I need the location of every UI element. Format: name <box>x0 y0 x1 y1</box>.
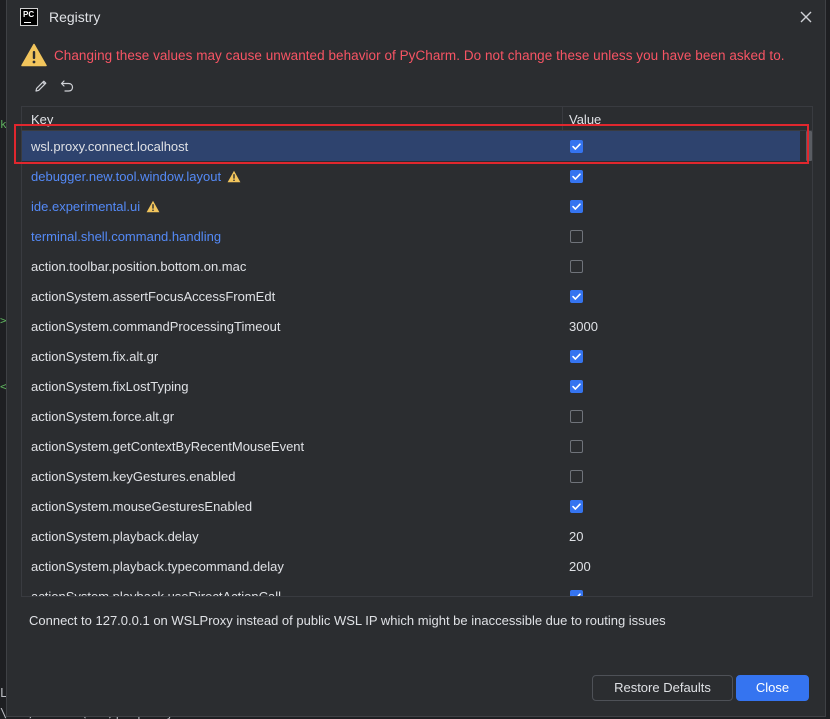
checkbox-unchecked[interactable] <box>570 440 583 453</box>
registry-dialog: PC Registry Changing these values may ca… <box>6 0 826 717</box>
pencil-icon[interactable] <box>31 76 51 96</box>
app-icon-text: PC <box>23 10 35 19</box>
table-row[interactable]: action.toolbar.position.bottom.on.mac <box>22 251 800 281</box>
row-key-text: ide.experimental.ui <box>31 199 141 214</box>
checkbox-checked[interactable] <box>570 590 583 596</box>
table-row[interactable]: actionSystem.fix.alt.gr <box>22 341 800 371</box>
key-description: Connect to 127.0.0.1 on WSLProxy instead… <box>29 613 666 628</box>
row-key: terminal.shell.command.handling <box>31 229 221 244</box>
table-scrollbar[interactable] <box>806 131 812 161</box>
column-header-value[interactable]: Value <box>569 112 601 127</box>
warning-banner: Changing these values may cause unwanted… <box>21 43 821 69</box>
checkbox-checked[interactable] <box>570 170 583 183</box>
row-key-text: actionSystem.getContextByRecentMouseEven… <box>31 439 305 454</box>
row-key: actionSystem.mouseGesturesEnabled <box>31 499 252 514</box>
undo-icon[interactable] <box>57 76 77 96</box>
column-header-key[interactable]: Key <box>31 112 53 127</box>
row-key: actionSystem.fix.alt.gr <box>31 349 158 364</box>
row-key-text: actionSystem.force.alt.gr <box>31 409 175 424</box>
restore-defaults-button[interactable]: Restore Defaults <box>592 675 733 701</box>
row-key: ide.experimental.ui <box>31 199 160 214</box>
row-value[interactable]: 200 <box>569 559 591 574</box>
row-key: actionSystem.fixLostTyping <box>31 379 189 394</box>
table-row[interactable]: wsl.proxy.connect.localhost <box>22 131 800 161</box>
row-key: actionSystem.playback.delay <box>31 529 199 544</box>
row-key: actionSystem.keyGestures.enabled <box>31 469 236 484</box>
table-row[interactable]: actionSystem.fixLostTyping <box>22 371 800 401</box>
row-key-text: actionSystem.mouseGesturesEnabled <box>31 499 253 514</box>
row-key: action.toolbar.position.bottom.on.mac <box>31 259 246 274</box>
row-key: debugger.new.tool.window.layout <box>31 169 241 184</box>
row-key: actionSystem.assertFocusAccessFromEdt <box>31 289 275 304</box>
row-key-text: action.toolbar.position.bottom.on.mac <box>31 259 247 274</box>
row-key-text: terminal.shell.command.handling <box>31 229 222 244</box>
close-icon[interactable] <box>797 8 815 26</box>
checkbox-checked[interactable] <box>570 350 583 363</box>
row-key: wsl.proxy.connect.localhost <box>31 139 188 154</box>
checkbox-unchecked[interactable] <box>570 410 583 423</box>
table-row[interactable]: actionSystem.getContextByRecentMouseEven… <box>22 431 800 461</box>
checkbox-unchecked[interactable] <box>570 230 583 243</box>
row-key-text: actionSystem.commandProcessingTimeout <box>31 319 281 334</box>
row-key: actionSystem.force.alt.gr <box>31 409 174 424</box>
row-key-text: actionSystem.playback.typecommand.delay <box>31 559 284 574</box>
table-row[interactable]: actionSystem.commandProcessingTimeout 300… <box>22 311 800 341</box>
row-key: actionSystem.commandProcessingTimeout <box>31 319 281 334</box>
row-value[interactable]: 20 <box>569 529 583 544</box>
table-header: Key Value <box>22 107 812 131</box>
checkbox-checked[interactable] <box>570 380 583 393</box>
checkbox-unchecked[interactable] <box>570 470 583 483</box>
warning-icon <box>146 200 160 213</box>
row-key: actionSystem.playback.useDirectActionCal… <box>31 589 281 597</box>
table-row[interactable]: debugger.new.tool.window.layout <box>22 161 800 191</box>
warning-text: Changing these values may cause unwanted… <box>54 48 785 63</box>
checkbox-checked[interactable] <box>570 140 583 153</box>
row-key-text: actionSystem.keyGestures.enabled <box>31 469 236 484</box>
table-row[interactable]: terminal.shell.command.handling <box>22 221 800 251</box>
warning-icon <box>21 43 47 67</box>
row-key-text: actionSystem.fixLostTyping <box>31 379 189 394</box>
column-divider[interactable] <box>562 107 563 131</box>
checkbox-checked[interactable] <box>570 200 583 213</box>
table-row[interactable]: actionSystem.playback.typecommand.delay 2… <box>22 551 800 581</box>
checkbox-unchecked[interactable] <box>570 260 583 273</box>
close-button[interactable]: Close <box>736 675 809 701</box>
row-key-text: actionSystem.fix.alt.gr <box>31 349 159 364</box>
checkbox-checked[interactable] <box>570 500 583 513</box>
row-key-text: wsl.proxy.connect.localhost <box>31 139 189 154</box>
pycharm-icon: PC <box>20 8 38 26</box>
table-row[interactable]: actionSystem.force.alt.gr <box>22 401 800 431</box>
table-row[interactable]: actionSystem.mouseGesturesEnabled <box>22 491 800 521</box>
dialog-title: Registry <box>49 9 101 25</box>
row-key-text: actionSystem.assertFocusAccessFromEdt <box>31 289 276 304</box>
row-key: actionSystem.playback.typecommand.delay <box>31 559 284 574</box>
table-row[interactable]: actionSystem.keyGestures.enabled <box>22 461 800 491</box>
table-row[interactable]: actionSystem.playback.useDirectActionCal… <box>22 581 800 597</box>
table-row[interactable]: actionSystem.playback.delay 20 <box>22 521 800 551</box>
table-row[interactable]: ide.experimental.ui <box>22 191 800 221</box>
title-bar: PC Registry <box>7 0 825 34</box>
table-row[interactable]: actionSystem.assertFocusAccessFromEdt <box>22 281 800 311</box>
row-key: actionSystem.getContextByRecentMouseEven… <box>31 439 304 454</box>
table-body: wsl.proxy.connect.localhost debugger.new.… <box>22 131 800 597</box>
checkbox-checked[interactable] <box>570 290 583 303</box>
row-key-text: actionSystem.playback.useDirectActionCal… <box>31 589 281 597</box>
row-value[interactable]: 3000 <box>569 319 598 334</box>
row-key-text: actionSystem.playback.delay <box>31 529 199 544</box>
warning-icon <box>227 170 241 183</box>
row-key-text: debugger.new.tool.window.layout <box>31 169 222 184</box>
registry-table: Key Value wsl.proxy.connect.localhost deb… <box>21 106 813 597</box>
